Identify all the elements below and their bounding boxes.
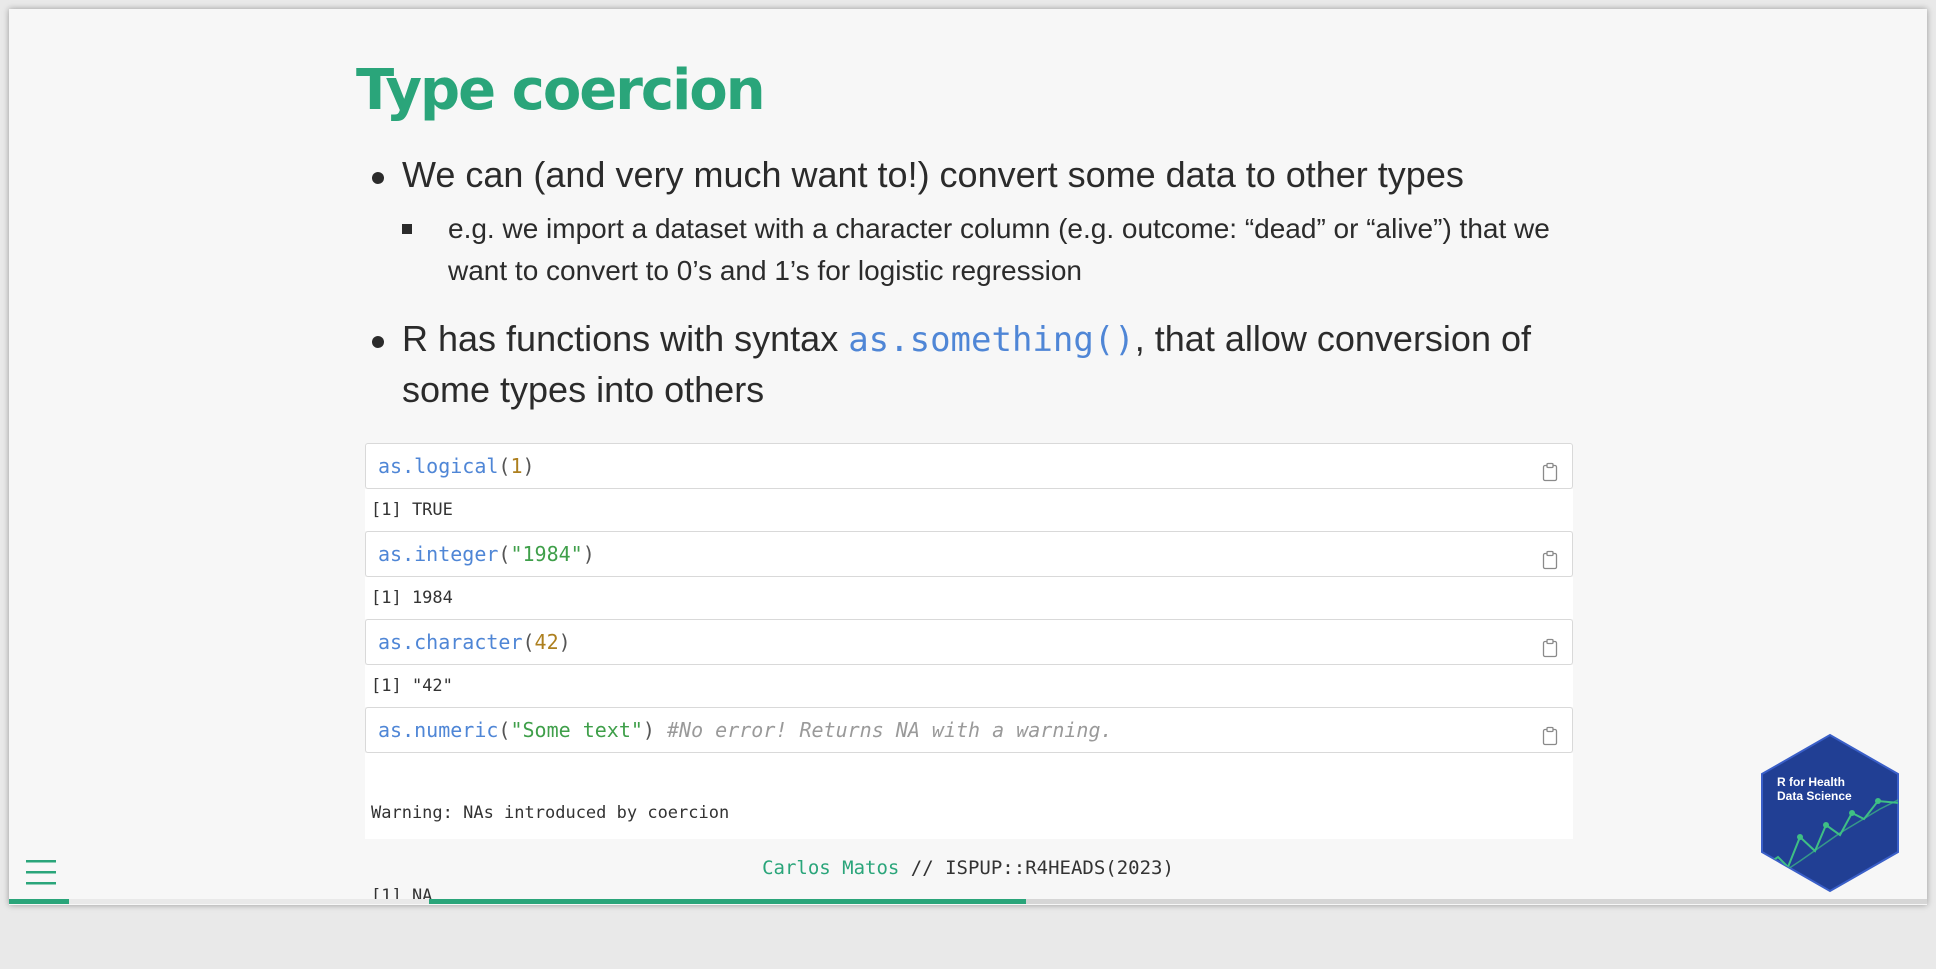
- clipboard-icon: [1542, 726, 1558, 746]
- code-string: "Some text": [510, 718, 643, 742]
- code-block[interactable]: as.numeric("Some text") #No error! Retur…: [365, 707, 1573, 753]
- clipboard-icon: [1542, 550, 1558, 570]
- warning-message: Warning: NAs introduced by coercion: [371, 803, 730, 823]
- clipboard-icon: [1542, 638, 1558, 658]
- slide-footer: Carlos Matos // ISPUP::R4HEADS(2023): [0, 857, 1936, 879]
- code-output: [1] 1984: [365, 577, 1573, 619]
- clipboard-icon: [1542, 462, 1558, 482]
- code-block[interactable]: as.integer("1984"): [365, 531, 1573, 577]
- copy-button[interactable]: [1542, 541, 1558, 570]
- code-output: [1] "42": [365, 665, 1573, 707]
- code-punctuation: ): [522, 454, 535, 478]
- subbullet-example: e.g. we import a dataset with a characte…: [402, 208, 1556, 292]
- code-area: as.logical(1) [1] TRUE as.integer("1984"…: [365, 443, 1573, 906]
- inline-code: as.something(): [848, 320, 1135, 360]
- logo-text-line2: Data Science: [1777, 789, 1852, 803]
- logo-text-line1: R for Health: [1777, 775, 1845, 789]
- code-block[interactable]: as.character(42): [365, 619, 1573, 665]
- code-number: 1: [510, 454, 523, 478]
- output-line: [1] NA: [371, 886, 433, 906]
- code-function: as.integer: [378, 542, 499, 566]
- code-output: [1] TRUE: [365, 489, 1573, 531]
- progress-gap: [69, 899, 429, 904]
- code-punctuation: (: [498, 454, 511, 478]
- bullet-text: We can (and very much want to!) convert …: [402, 154, 1464, 195]
- bullet-as-functions: R has functions with syntax as.something…: [356, 314, 1556, 415]
- code-punctuation: ): [582, 542, 595, 566]
- slide-title: Type coercion: [356, 58, 766, 123]
- bullet-convert-types: We can (and very much want to!) convert …: [356, 150, 1556, 292]
- code-punctuation: (: [522, 630, 535, 654]
- code-string: "1984": [510, 542, 583, 566]
- code-function: as.numeric: [378, 718, 499, 742]
- bullet-text: R has functions with syntax: [402, 318, 849, 359]
- bullet-list: We can (and very much want to!) convert …: [356, 150, 1556, 415]
- code-function: as.character: [378, 630, 523, 654]
- copy-button[interactable]: [1542, 453, 1558, 482]
- code-comment: #No error! Returns NA with a warning.: [667, 718, 1113, 742]
- code-punctuation: (: [498, 718, 511, 742]
- code-punctuation: (: [498, 542, 511, 566]
- code-punctuation: ): [558, 630, 571, 654]
- footer-author: Carlos Matos: [762, 857, 900, 879]
- copy-button[interactable]: [1542, 717, 1558, 746]
- r4heads-logo: R for Health Data Science: [1761, 733, 1899, 893]
- code-punctuation: ): [642, 718, 668, 742]
- copy-button[interactable]: [1542, 629, 1558, 658]
- footer-course: // ISPUP::R4HEADS(2023): [899, 857, 1174, 879]
- code-output: Warning: NAs introduced by coercion [1] …: [365, 753, 1573, 906]
- code-function: as.logical: [378, 454, 499, 478]
- code-number: 42: [534, 630, 559, 654]
- code-block[interactable]: as.logical(1): [365, 443, 1573, 489]
